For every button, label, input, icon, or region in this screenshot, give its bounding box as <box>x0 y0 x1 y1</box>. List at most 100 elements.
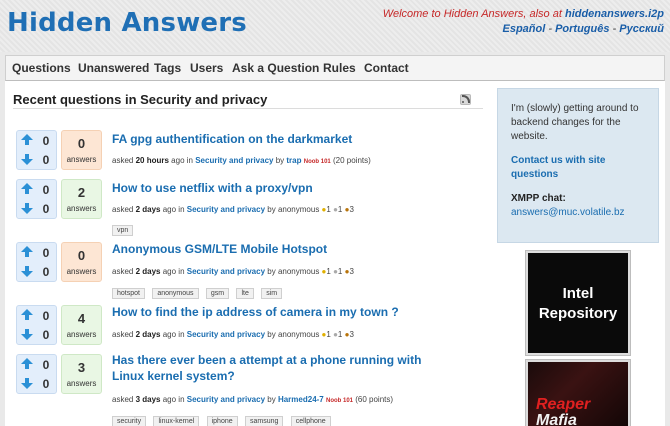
reaper-mafia-banner[interactable]: Reaper Mafia <box>525 359 631 426</box>
welcome-message: Welcome to Hidden Answers, also at hidde… <box>383 8 664 20</box>
downvote-count: 0 <box>42 377 50 391</box>
lang-espanol[interactable]: Español <box>502 23 545 35</box>
answers-label: answers <box>66 155 97 164</box>
category-link[interactable]: Security and privacy <box>187 330 265 339</box>
tag-list: security linux-kernel iphone samsung cel… <box>112 412 335 426</box>
ad-line-1: Intel <box>562 285 594 302</box>
user-points: (20 points) <box>333 156 371 165</box>
question-title[interactable]: How to find the ip address of camera in … <box>112 304 442 320</box>
question-meta: asked 2 days ago in Security and privacy… <box>112 330 354 339</box>
site-header: Hidden Answers Welcome to Hidden Answers… <box>0 0 670 52</box>
nav-ask-question[interactable]: Ask a Question <box>232 61 319 75</box>
nav-questions[interactable]: Questions <box>12 61 71 75</box>
contact-link[interactable]: Contact us with site questions <box>511 154 651 182</box>
silver-badge-count: 1 <box>337 205 343 214</box>
nav-users[interactable]: Users <box>190 61 223 75</box>
vote-box: 0 0 <box>16 179 57 219</box>
vote-up-icon[interactable] <box>21 358 33 369</box>
vote-up-icon[interactable] <box>21 246 33 257</box>
user-link[interactable]: Harmed24-7 <box>278 395 324 404</box>
category-link[interactable]: Security and privacy <box>187 205 265 214</box>
ago-in-label: ago in <box>162 267 185 276</box>
bronze-badge-count: 3 <box>349 330 354 339</box>
vote-up-icon[interactable] <box>21 134 33 145</box>
answer-count-box: 0 answers <box>61 130 102 170</box>
answers-label: answers <box>66 330 97 339</box>
ago-in-label: ago in <box>162 205 185 214</box>
ago-in-label: ago in <box>162 395 185 404</box>
sidebar-info-panel: I'm (slowly) getting around to backend c… <box>497 88 659 243</box>
vote-down-icon[interactable] <box>21 378 33 389</box>
lang-russian[interactable]: Русский <box>619 23 664 35</box>
by-label: by <box>267 395 276 404</box>
title-divider <box>13 108 483 109</box>
sidebar-intro-text: I'm (slowly) getting around to backend c… <box>511 103 639 142</box>
nav-contact[interactable]: Contact <box>364 61 409 75</box>
vote-up-icon[interactable] <box>21 183 33 194</box>
tag-hotspot[interactable]: hotspot <box>112 288 145 299</box>
answer-count: 0 <box>77 248 86 263</box>
rss-icon[interactable] <box>460 94 471 105</box>
tag-iphone[interactable]: iphone <box>206 416 238 426</box>
asked-when: 2 days <box>135 267 161 276</box>
question-title[interactable]: FA gpg authentification on the darkmarke… <box>112 131 442 147</box>
asked-when: 2 days <box>135 205 161 214</box>
downvote-count: 0 <box>42 202 50 216</box>
site-logo[interactable]: Hidden Answers <box>7 8 247 38</box>
answer-count-box: 3 answers <box>61 354 102 394</box>
tag-samsung[interactable]: samsung <box>244 416 284 426</box>
nav-unanswered[interactable]: Unanswered <box>78 61 149 75</box>
answer-count: 4 <box>77 311 86 326</box>
ad-line-2: Mafia <box>536 412 577 426</box>
user-level-badge: Noob 101 <box>303 159 331 165</box>
page-title: Recent questions in Security and privacy <box>13 92 268 107</box>
tag-security[interactable]: security <box>112 416 147 426</box>
asked-when: 20 hours <box>135 156 169 165</box>
upvote-count: 0 <box>42 358 50 372</box>
user-link[interactable]: trap <box>286 156 301 165</box>
upvote-count: 0 <box>42 183 50 197</box>
lang-portugues[interactable]: Português <box>555 23 609 35</box>
tag-sim[interactable]: sim <box>261 288 283 299</box>
asked-label: asked <box>112 205 134 214</box>
answer-count: 0 <box>77 136 86 151</box>
vote-down-icon[interactable] <box>21 203 33 214</box>
category-link[interactable]: Security and privacy <box>187 267 265 276</box>
by-label: by <box>267 330 276 339</box>
user-points: (60 points) <box>355 395 394 404</box>
tag-vpn[interactable]: vpn <box>112 225 134 236</box>
bronze-badge-count: 3 <box>349 205 354 214</box>
question-title[interactable]: How to use netflix with a proxy/vpn <box>112 180 442 196</box>
vote-box: 0 0 <box>16 130 57 170</box>
tag-linux-kernel[interactable]: linux-kernel <box>153 416 200 426</box>
vote-down-icon[interactable] <box>21 329 33 340</box>
welcome-text: Welcome to Hidden Answers, also at <box>382 8 562 20</box>
tag-gsm[interactable]: gsm <box>205 288 230 299</box>
nav-tags[interactable]: Tags <box>154 61 181 75</box>
by-label: by <box>275 156 285 165</box>
tag-list: vpn <box>112 221 137 236</box>
asked-when: 3 days <box>135 395 161 404</box>
downvote-count: 0 <box>42 328 50 342</box>
asked-when: 2 days <box>135 330 161 339</box>
category-link[interactable]: Security and privacy <box>195 156 273 165</box>
gold-badge-count: 1 <box>326 267 331 276</box>
answer-count-box: 4 answers <box>61 305 102 345</box>
vote-down-icon[interactable] <box>21 154 33 165</box>
nav-rules[interactable]: Rules <box>323 61 356 75</box>
vote-down-icon[interactable] <box>21 266 33 277</box>
i2p-domain-link[interactable]: hiddenanswers.i2p <box>565 8 664 20</box>
category-link[interactable]: Security and privacy <box>187 395 265 404</box>
vote-up-icon[interactable] <box>21 309 33 320</box>
tag-lte[interactable]: lte <box>236 288 254 299</box>
downvote-count: 0 <box>42 153 50 167</box>
xmpp-label: XMPP chat: <box>511 193 566 204</box>
question-meta: asked 2 days ago in Security and privacy… <box>112 205 354 214</box>
asked-label: asked <box>112 395 134 404</box>
question-title[interactable]: Has there ever been a attempt at a phone… <box>112 352 442 384</box>
tag-cellphone[interactable]: cellphone <box>290 416 331 426</box>
tag-anonymous[interactable]: anonymous <box>152 288 199 299</box>
question-title[interactable]: Anonymous GSM/LTE Mobile Hotspot <box>112 241 442 257</box>
intel-repository-banner[interactable]: Intel Repository <box>525 250 631 356</box>
xmpp-address-link[interactable]: answers@muc.volatile.bz <box>511 207 625 218</box>
